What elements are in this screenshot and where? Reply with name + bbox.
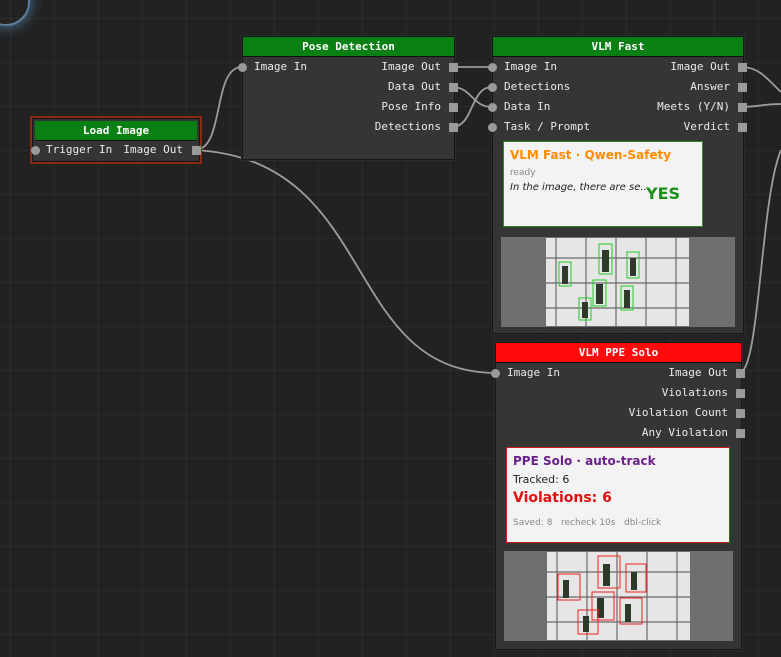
port-label-any-violation: Any Violation (641, 426, 728, 439)
image-out-port[interactable] (738, 63, 747, 72)
pose-info-port[interactable] (449, 103, 458, 112)
port-label-detections: Detections (374, 120, 441, 133)
wire-fast-imageout-right (740, 66, 781, 93)
violations-count: Violations: 6 (513, 490, 612, 506)
graph-canvas[interactable]: Load Image Trigger In Image Out Pose Det… (0, 0, 781, 657)
data-out-port[interactable] (449, 83, 458, 92)
vlm-fast-result-panel: VLM Fast · Qwen-Safety ready In the imag… (503, 141, 703, 227)
wire-fast-meets-right (740, 103, 781, 108)
node-vlm-ppe-solo[interactable]: VLM PPE Solo Image In Image Out Violatio… (491, 342, 745, 650)
port-label-trigger-in: Trigger In (46, 143, 113, 156)
port-label-task-prompt: Task / Prompt (504, 120, 591, 133)
image-out-port[interactable] (192, 146, 201, 155)
data-in-port[interactable] (488, 103, 497, 112)
panel-heading: PPE Solo · auto-track (513, 454, 656, 468)
ppe-preview (504, 551, 733, 641)
port-label-image-out: Image Out (381, 60, 441, 73)
image-in-port[interactable] (238, 63, 247, 72)
image-out-port[interactable] (449, 63, 458, 72)
image-in-port[interactable] (491, 369, 500, 378)
panel-heading: VLM Fast · Qwen-Safety (510, 148, 672, 162)
port-label-image-out: Image Out (123, 143, 183, 156)
panel-answer-text: In the image, there are se... (510, 182, 650, 193)
port-label-image-in: Image In (254, 60, 307, 73)
violation-count-port[interactable] (736, 409, 745, 418)
node-vlm-fast[interactable]: VLM Fast Image In Detections Data In Tas… (488, 36, 747, 334)
port-label-data-in: Data In (504, 100, 551, 113)
port-label-data-out: Data Out (388, 80, 441, 93)
node-pose-detection[interactable]: Pose Detection Image In Image Out Data O… (238, 36, 458, 160)
verdict-badge: YES (646, 184, 681, 203)
wire-pose-data-to-fast-detections (451, 86, 493, 108)
port-label-answer: Answer (690, 80, 730, 93)
panel-footer: Saved: 8 recheck 10s dbl-click (513, 518, 662, 528)
preview-image (547, 552, 690, 640)
any-violation-port[interactable] (736, 429, 745, 438)
image-in-port[interactable] (488, 63, 497, 72)
trigger-in-port[interactable] (31, 146, 40, 155)
task-prompt-port[interactable] (488, 123, 497, 132)
wire-load-to-pose (194, 66, 243, 151)
node-title[interactable]: VLM Fast (493, 37, 743, 57)
port-label-image-in: Image In (504, 60, 557, 73)
node-title[interactable]: Pose Detection (243, 37, 454, 57)
meets-port[interactable] (738, 103, 747, 112)
node-load-image[interactable]: Load Image Trigger In Image Out (30, 116, 202, 164)
vlm-fast-preview (501, 237, 735, 327)
port-label-verdict: Verdict (683, 120, 730, 133)
port-label-image-out: Image Out (668, 366, 728, 379)
port-label-meets: Meets (Y/N) (657, 100, 730, 113)
verdict-port[interactable] (738, 123, 747, 132)
detections-in-port[interactable] (488, 83, 497, 92)
port-label-pose-info: Pose Info (381, 100, 441, 113)
port-label-image-in: Image In (507, 366, 560, 379)
port-label-violations: Violations (661, 386, 728, 399)
image-out-port[interactable] (736, 369, 745, 378)
wire-load-to-ppe (194, 149, 497, 374)
node-title[interactable]: Load Image (35, 121, 197, 141)
preview-image (546, 238, 689, 326)
answer-port[interactable] (738, 83, 747, 92)
port-label-image-out: Image Out (670, 60, 730, 73)
wire-ppe-imageout-right (738, 149, 781, 374)
panel-status: ready (510, 168, 536, 178)
detections-port[interactable] (449, 123, 458, 132)
violations-port[interactable] (736, 389, 745, 398)
port-label-detections: Detections (504, 80, 571, 93)
ppe-result-panel: PPE Solo · auto-track Tracked: 6 Violati… (506, 447, 730, 543)
port-label-violation-count: Violation Count (628, 406, 728, 419)
tracked-count: Tracked: 6 (513, 473, 570, 486)
node-title[interactable]: VLM PPE Solo (496, 343, 741, 363)
